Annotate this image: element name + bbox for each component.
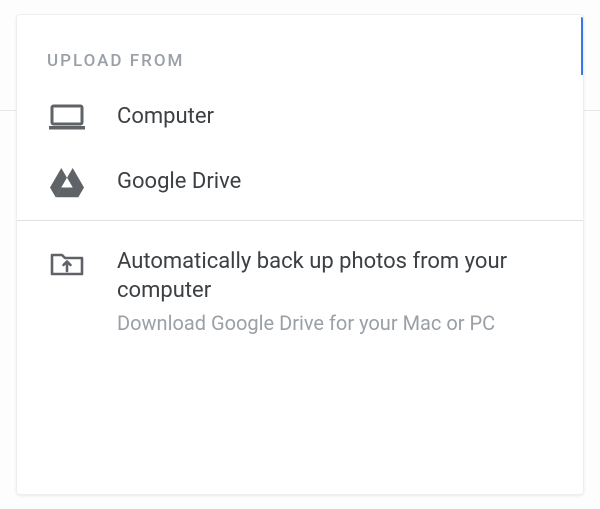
card-accent (581, 17, 583, 75)
auto-backup-title: Automatically back up photos from your c… (117, 247, 553, 306)
google-drive-icon (47, 168, 87, 198)
option-computer[interactable]: Computer (17, 85, 583, 150)
option-google-drive-label: Google Drive (117, 168, 241, 197)
computer-icon (47, 103, 87, 131)
auto-backup-row[interactable]: Automatically back up photos from your c… (17, 221, 583, 367)
option-google-drive[interactable]: Google Drive (17, 150, 583, 216)
upload-menu-card: UPLOAD FROM Computer (16, 14, 584, 495)
auto-backup-subtitle: Download Google Drive for your Mac or PC (117, 310, 553, 337)
upload-from-heading: UPLOAD FROM (17, 15, 583, 85)
option-computer-label: Computer (117, 103, 214, 132)
folder-upload-icon (47, 247, 87, 277)
auto-backup-text: Automatically back up photos from your c… (117, 247, 553, 337)
upload-options-list: Computer Google Drive (17, 85, 583, 216)
